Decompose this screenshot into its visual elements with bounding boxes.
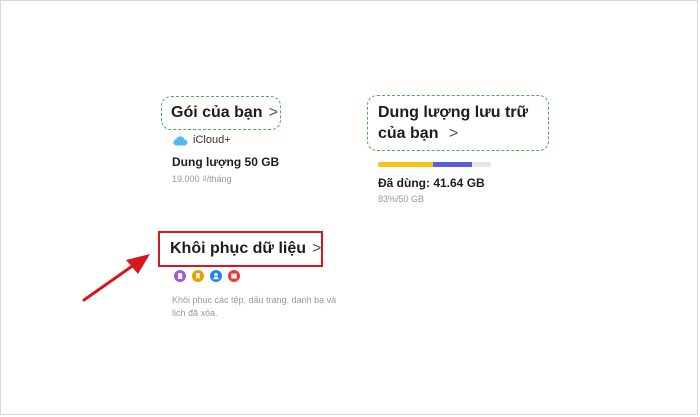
chevron-right-icon: > [268, 104, 278, 121]
storage-title-link[interactable]: Dung lượng lưu trữ của bạn > [367, 95, 549, 151]
storage-percent-text: 83%/50 GB [378, 194, 425, 204]
plan-capacity: Dung lượng 50 GB [172, 155, 280, 169]
storage-usage-bar [378, 162, 491, 167]
contacts-icon [210, 270, 222, 282]
restore-description: Khôi phục các tệp, dấu trang, danh bạ và… [172, 295, 337, 318]
icloud-icon [173, 135, 188, 145]
chevron-right-icon: > [312, 240, 322, 257]
storage-title-line1: Dung lượng lưu trữ [378, 104, 529, 121]
restore-title-text: Khôi phục dữ liệu [170, 240, 307, 257]
image-frame [0, 0, 698, 415]
bookmarks-icon [192, 270, 204, 282]
storage-title-line2: của bạn [378, 125, 439, 142]
chevron-right-icon: > [448, 125, 459, 142]
service-name: iCloud+ [193, 134, 231, 146]
storage-used-text: Đã dùng: 41.64 GB [378, 176, 485, 190]
storage-bar-segment [471, 162, 491, 167]
plan-price: 19.000 ₫/tháng [172, 174, 232, 184]
annotation-arrow-icon [82, 254, 150, 302]
calendar-icon [228, 270, 240, 282]
restore-data-link[interactable]: Khôi phục dữ liệu > [158, 231, 323, 267]
restore-app-icons [174, 270, 240, 282]
storage-title-line2-wrap: của bạn > [378, 123, 548, 144]
storage-bar-segment [378, 162, 434, 167]
plan-title-text: Gói của bạn [171, 104, 263, 121]
service-row: iCloud+ [172, 134, 231, 146]
files-icon [174, 270, 186, 282]
plan-title-link[interactable]: Gói của bạn > [161, 96, 281, 130]
storage-bar-segment [433, 162, 472, 167]
